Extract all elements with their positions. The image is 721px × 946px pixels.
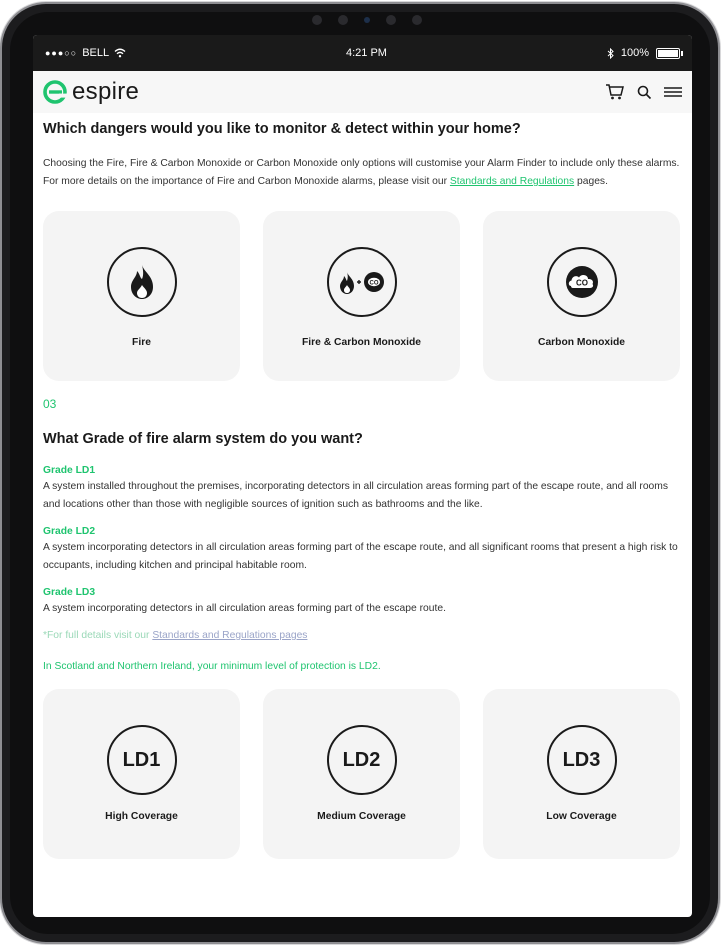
step-number: 03 xyxy=(43,397,57,411)
screen: ●●●○○ BELL 4:21 PM 100% espire Which dan… xyxy=(33,35,692,917)
ld1-badge: LD1 xyxy=(106,725,177,795)
status-bar: ●●●○○ BELL 4:21 PM 100% xyxy=(33,35,692,71)
status-left: ●●●○○ BELL xyxy=(45,47,126,59)
status-time: 4:21 PM xyxy=(346,47,387,59)
nav-icons xyxy=(605,83,682,101)
grade-ld1-desc: A system installed throughout the premis… xyxy=(43,481,669,510)
danger-options: Fire CO Fire & Carbon Monoxide CO Carbon… xyxy=(43,211,682,381)
fire-co-icon: CO xyxy=(326,247,397,317)
grade-ld2: Grade LD2 A system incorporating detecto… xyxy=(43,526,682,575)
ld2-badge: LD2 xyxy=(326,725,397,795)
cart-icon[interactable] xyxy=(605,83,625,101)
dangers-intro: Choosing the Fire, Fire & Carbon Monoxid… xyxy=(43,155,682,191)
standards-note: *For full details visit our Standards an… xyxy=(43,630,682,641)
camera-bar xyxy=(312,13,422,27)
option-ld2[interactable]: LD2 Medium Coverage xyxy=(263,689,460,859)
dangers-question: Which dangers would you like to monitor … xyxy=(43,121,521,137)
carrier-label: BELL xyxy=(82,47,110,59)
main-content: Which dangers would you like to monitor … xyxy=(33,113,692,859)
battery-icon xyxy=(656,47,683,59)
option-fire-co[interactable]: CO Fire & Carbon Monoxide xyxy=(263,211,460,381)
menu-icon[interactable] xyxy=(664,86,682,98)
brand-logo[interactable]: espire xyxy=(43,78,139,106)
standards-link[interactable]: Standards and Regulations xyxy=(450,176,574,187)
standards-note-text: *For full details visit our xyxy=(43,630,153,641)
nav-bar: espire xyxy=(33,71,692,113)
status-right: 100% xyxy=(607,47,683,59)
option-ld1[interactable]: LD1 High Coverage xyxy=(43,689,240,859)
option-ld3-label: Low Coverage xyxy=(546,811,617,822)
option-fire-label: Fire xyxy=(132,337,151,348)
ld3-badge: LD3 xyxy=(546,725,617,795)
bluetooth-icon xyxy=(607,47,614,59)
grade-question: What Grade of fire alarm system do you w… xyxy=(43,431,363,447)
espire-logo-icon xyxy=(43,80,67,104)
grade-ld2-title: Grade LD2 xyxy=(43,526,96,537)
search-icon[interactable] xyxy=(637,85,652,100)
grade-ld1-title: Grade LD1 xyxy=(43,465,96,476)
svg-text:CO: CO xyxy=(576,279,588,288)
option-co[interactable]: CO Carbon Monoxide xyxy=(483,211,680,381)
grade-options: LD1 High Coverage LD2 Medium Coverage LD… xyxy=(43,689,682,859)
wifi-icon xyxy=(114,48,126,58)
svg-text:CO: CO xyxy=(369,280,378,286)
brand-name: espire xyxy=(72,78,140,105)
option-ld2-label: Medium Coverage xyxy=(317,811,406,822)
fire-icon xyxy=(106,247,177,317)
co-cloud-icon: CO xyxy=(546,247,617,317)
battery-percent: 100% xyxy=(620,47,649,59)
option-ld3[interactable]: LD3 Low Coverage xyxy=(483,689,680,859)
grade-ld3-title: Grade LD3 xyxy=(43,587,96,598)
scotland-note: In Scotland and Northern Ireland, your m… xyxy=(43,661,381,672)
grade-ld3: Grade LD3 A system incorporating detecto… xyxy=(43,587,682,618)
grade-ld3-desc: A system incorporating detectors in all … xyxy=(43,603,446,614)
grade-ld2-desc: A system incorporating detectors in all … xyxy=(43,542,678,571)
option-co-label: Carbon Monoxide xyxy=(538,337,625,348)
grade-ld1: Grade LD1 A system installed throughout … xyxy=(43,465,682,514)
option-fire-co-label: Fire & Carbon Monoxide xyxy=(302,337,421,348)
dangers-intro-end: pages. xyxy=(574,176,608,187)
standards-pages-link[interactable]: Standards and Regulations pages xyxy=(152,630,307,641)
option-fire[interactable]: Fire xyxy=(43,211,240,381)
signal-icon: ●●●○○ xyxy=(45,48,78,58)
option-ld1-label: High Coverage xyxy=(105,811,178,822)
